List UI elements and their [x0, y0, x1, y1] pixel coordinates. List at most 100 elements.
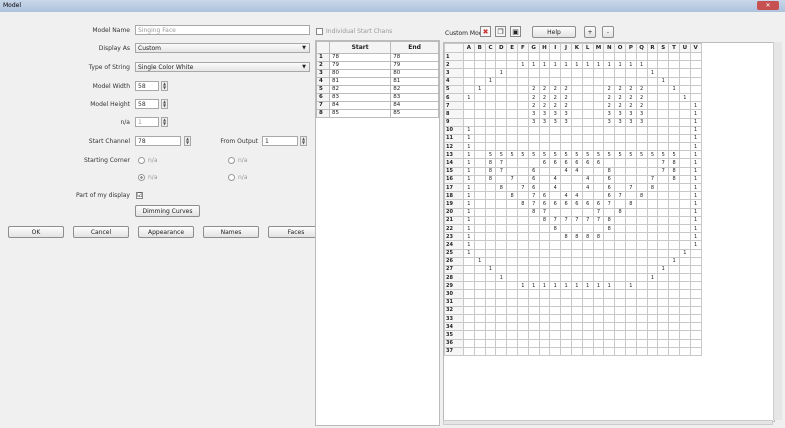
grid-cell[interactable]: 7 [506, 174, 518, 185]
grid-cell[interactable] [516, 101, 529, 111]
grid-cell[interactable] [463, 346, 475, 356]
grid-cell[interactable]: 2 [603, 92, 616, 103]
grid-cell[interactable]: 1 [689, 191, 702, 201]
grid-cell[interactable] [516, 346, 529, 356]
grid-cell[interactable] [463, 289, 475, 299]
start-table-cell[interactable]: 83 [390, 93, 439, 102]
grid-cell[interactable] [657, 330, 670, 340]
grid-cell[interactable] [635, 174, 648, 185]
grid-cell[interactable] [527, 76, 540, 86]
grid-cell[interactable] [495, 223, 508, 234]
start-table-cell[interactable]: 78 [328, 53, 392, 62]
grid-cell[interactable] [603, 289, 616, 299]
grid-cell[interactable] [506, 264, 518, 275]
grid-cell[interactable]: 5 [506, 150, 518, 160]
grid-cell[interactable] [614, 338, 626, 348]
grid-cell[interactable] [495, 199, 508, 209]
grid-cell[interactable]: 7 [527, 191, 540, 201]
grid-cell[interactable] [560, 240, 572, 250]
grid-cell[interactable] [473, 281, 486, 291]
grid-cell[interactable] [657, 289, 670, 299]
grid-cell[interactable] [624, 232, 637, 242]
grid-cell[interactable] [668, 240, 680, 250]
grid-cell[interactable]: 1 [624, 281, 637, 291]
grid-cell[interactable] [570, 313, 583, 324]
grid-cell[interactable] [506, 256, 518, 266]
grid-cell[interactable] [581, 166, 594, 176]
grid-cell[interactable] [516, 322, 529, 332]
grid-cell[interactable]: 1 [581, 281, 594, 291]
grid-column-header[interactable]: M [592, 43, 605, 53]
corner-radio-tl[interactable] [138, 157, 145, 164]
grid-cell[interactable] [657, 305, 670, 316]
grid-cell[interactable] [624, 76, 637, 86]
grid-column-header[interactable]: O [614, 43, 626, 53]
grid-cell[interactable] [592, 313, 605, 324]
grid-cell[interactable] [614, 297, 626, 307]
grid-row-header[interactable]: 22 [444, 223, 464, 234]
grid-column-header[interactable]: G [527, 43, 540, 53]
grid-cell[interactable] [560, 264, 572, 275]
grid-cell[interactable]: 3 [538, 109, 551, 119]
grid-cell[interactable] [506, 281, 518, 291]
grid-cell[interactable] [527, 346, 540, 356]
grid-cell[interactable] [581, 125, 594, 135]
grid-cell[interactable] [592, 322, 605, 332]
grid-cell[interactable] [538, 297, 551, 307]
grid-cell[interactable]: 1 [603, 281, 616, 291]
grid-cell[interactable] [549, 232, 562, 242]
grid-cell[interactable]: 4 [560, 191, 572, 201]
grid-cell[interactable] [657, 215, 670, 225]
grid-cell[interactable] [516, 215, 529, 225]
grid-cell[interactable] [527, 158, 540, 168]
grid-cell[interactable]: 2 [614, 92, 626, 103]
grid-cell[interactable] [495, 51, 508, 62]
grid-cell[interactable]: 8 [668, 158, 680, 168]
grid-cell[interactable] [646, 109, 659, 119]
grid-cell[interactable] [624, 289, 637, 299]
grid-cell[interactable] [484, 248, 497, 258]
grid-cell[interactable] [603, 322, 616, 332]
grid-cell[interactable] [657, 313, 670, 324]
grid-cell[interactable] [463, 297, 475, 307]
grid-cell[interactable] [516, 142, 529, 152]
grid-cell[interactable] [646, 232, 659, 242]
grid-cell[interactable] [646, 142, 659, 152]
cancel-button[interactable]: Cancel [73, 226, 129, 238]
grid-cell[interactable] [516, 117, 529, 127]
grid-cell[interactable] [473, 125, 486, 135]
grid-cell[interactable] [516, 338, 529, 348]
grid-cell[interactable] [624, 191, 637, 201]
grid-cell[interactable]: 2 [549, 101, 562, 111]
ok-button[interactable]: OK [8, 226, 64, 238]
grid-cell[interactable] [581, 117, 594, 127]
grid-cell[interactable] [678, 281, 691, 291]
grid-cell[interactable] [484, 313, 497, 324]
grid-cell[interactable] [538, 182, 551, 193]
grid-cell[interactable] [657, 273, 670, 283]
grid-cell[interactable]: 7 [549, 215, 562, 225]
grid-row-header[interactable]: 31 [444, 297, 464, 307]
grid-cell[interactable] [473, 117, 486, 127]
grid-cell[interactable]: 1 [689, 232, 702, 242]
grid-cell[interactable] [506, 166, 518, 176]
grid-row-header[interactable]: 8 [444, 109, 464, 119]
grid-cell[interactable] [614, 223, 626, 234]
grid-cell[interactable] [603, 305, 616, 316]
grid-cell[interactable]: 1 [689, 223, 702, 234]
grid-cell[interactable] [603, 248, 616, 258]
grid-cell[interactable] [506, 133, 518, 144]
grid-cell[interactable] [614, 289, 626, 299]
grid-cell[interactable] [506, 223, 518, 234]
grid-cell[interactable] [689, 273, 702, 283]
grid-cell[interactable] [689, 68, 702, 78]
grid-cell[interactable] [624, 248, 637, 258]
grid-cell[interactable] [603, 297, 616, 307]
grid-cell[interactable] [678, 223, 691, 234]
grid-cell[interactable] [495, 232, 508, 242]
grid-cell[interactable] [570, 76, 583, 86]
grid-cell[interactable] [581, 92, 594, 103]
grid-cell[interactable]: 8 [592, 232, 605, 242]
grid-cell[interactable]: 1 [570, 60, 583, 70]
grid-cell[interactable]: 4 [581, 174, 594, 185]
